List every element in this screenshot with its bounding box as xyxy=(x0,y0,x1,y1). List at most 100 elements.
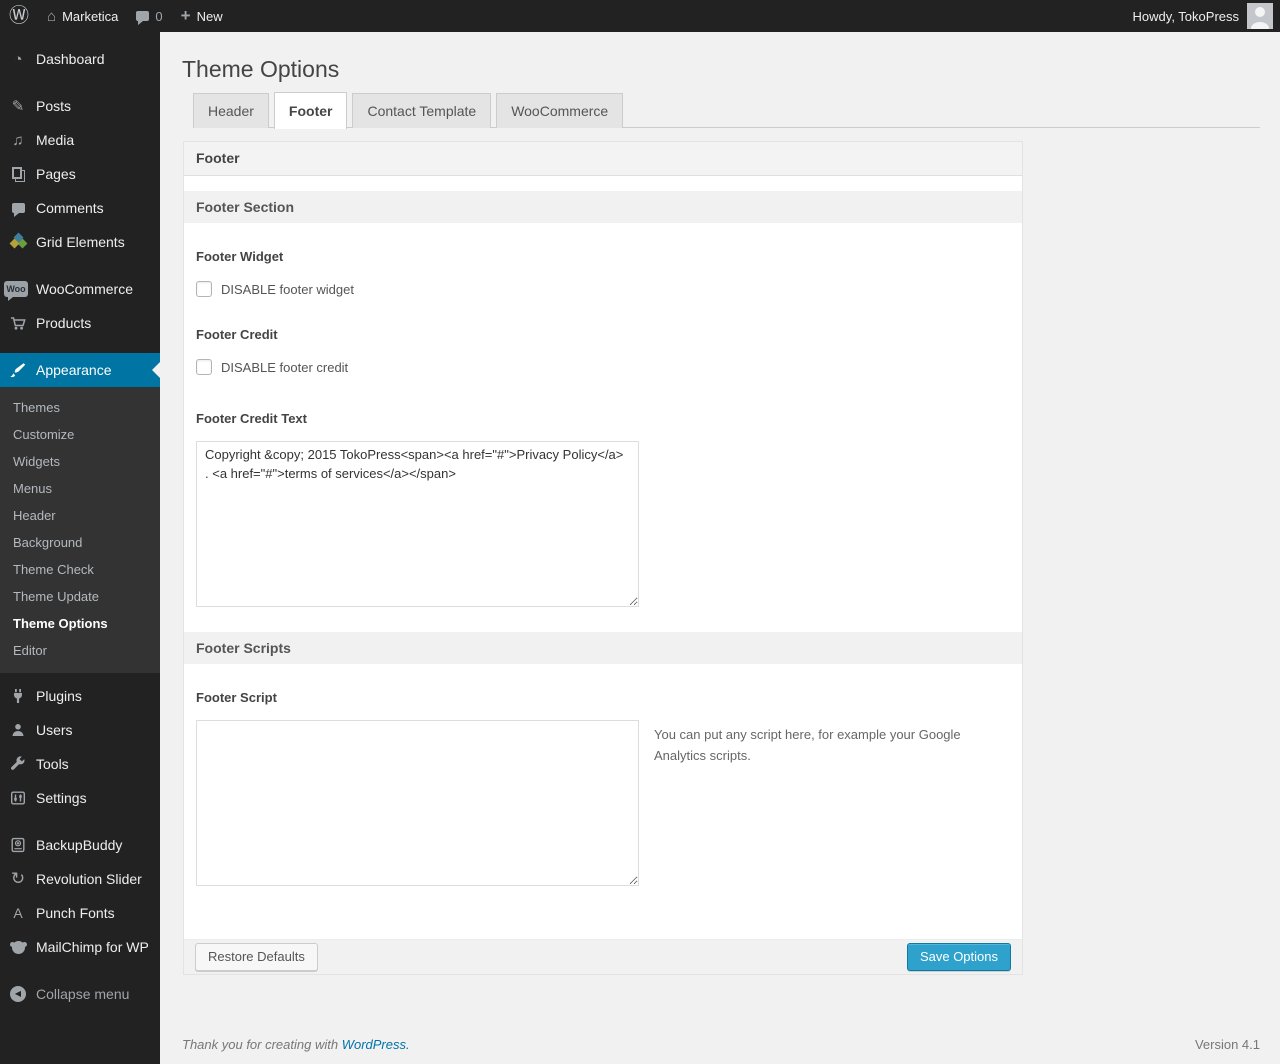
submenu-themes[interactable]: Themes xyxy=(0,394,160,421)
menu-separator xyxy=(0,76,160,89)
footer-widget-label: Footer Widget xyxy=(196,249,284,264)
site-name-link[interactable]: ⌂ Marketica xyxy=(38,0,127,32)
backup-drive-icon xyxy=(8,837,28,853)
dashboard-icon: ◔ xyxy=(13,50,23,68)
user-avatar xyxy=(1247,3,1273,29)
tab-contact-template[interactable]: Contact Template xyxy=(352,93,492,128)
pages-icon xyxy=(8,167,28,179)
disable-footer-widget-checkbox[interactable] xyxy=(196,281,212,297)
monkey-icon xyxy=(8,940,28,954)
disable-footer-credit-text: DISABLE footer credit xyxy=(221,359,349,375)
section-header-footer-scripts: Footer Scripts xyxy=(184,632,1022,664)
submenu-editor[interactable]: Editor xyxy=(0,637,160,664)
footer-credit-label: Footer Credit xyxy=(196,327,278,342)
submenu-widgets[interactable]: Widgets xyxy=(0,448,160,475)
sidebar-item-products[interactable]: Products xyxy=(0,306,160,340)
footer-credit-text-label: Footer Credit Text xyxy=(196,411,307,426)
sidebar-item-settings[interactable]: Settings xyxy=(0,781,160,815)
paintbrush-icon xyxy=(8,362,28,378)
footer-script-label: Footer Script xyxy=(196,690,277,705)
tab-bar: Header Footer Contact Template WooCommerce xyxy=(193,92,1260,129)
disable-footer-credit-option[interactable]: DISABLE footer credit xyxy=(196,359,348,375)
sidebar-item-appearance[interactable]: Appearance xyxy=(0,353,160,387)
footer-script-textarea[interactable] xyxy=(196,720,639,886)
wordpress-logo-menu[interactable]: Ⓦ xyxy=(0,0,38,32)
menu-separator xyxy=(0,259,160,272)
admin-menu: ◔ Dashboard ✎ Posts ♫ Media Pages Commen… xyxy=(0,32,160,1064)
submenu-background[interactable]: Background xyxy=(0,529,160,556)
woocommerce-icon: Woo xyxy=(4,281,28,301)
comments-icon xyxy=(8,203,28,217)
sidebar-item-pages[interactable]: Pages xyxy=(0,157,160,191)
settings-sliders-icon xyxy=(8,790,28,806)
submenu-customize[interactable]: Customize xyxy=(0,421,160,448)
account-menu[interactable]: Howdy, TokoPress xyxy=(1133,0,1280,32)
sidebar-item-mailchimp[interactable]: MailChimp for WP xyxy=(0,930,160,964)
sidebar-item-woocommerce[interactable]: Woo WooCommerce xyxy=(0,272,160,306)
menu-separator xyxy=(0,340,160,353)
sidebar-item-dashboard[interactable]: ◔ Dashboard xyxy=(0,42,160,76)
submenu-header[interactable]: Header xyxy=(0,502,160,529)
sidebar-item-revolution-slider[interactable]: ↻ Revolution Slider xyxy=(0,862,160,896)
submenu-theme-check[interactable]: Theme Check xyxy=(0,556,160,583)
sidebar-item-users[interactable]: Users xyxy=(0,713,160,747)
disable-footer-credit-checkbox[interactable] xyxy=(196,359,212,375)
new-content-menu[interactable]: + New xyxy=(172,0,232,32)
submenu-theme-update[interactable]: Theme Update xyxy=(0,583,160,610)
tab-woocommerce[interactable]: WooCommerce xyxy=(496,93,624,128)
panel-spacer xyxy=(184,176,1022,191)
theme-options-panel: Footer Footer Section Footer Widget DISA… xyxy=(183,141,1023,975)
disable-footer-widget-text: DISABLE footer widget xyxy=(221,281,354,297)
wordpress-logo-icon: Ⓦ xyxy=(9,5,29,27)
collapse-menu-button[interactable]: ◀ Collapse menu xyxy=(0,977,160,1011)
user-icon xyxy=(8,722,28,738)
cart-icon xyxy=(8,315,28,331)
comment-bubble-icon xyxy=(136,11,150,25)
sidebar-item-plugins[interactable]: Plugins xyxy=(0,679,160,713)
tab-header[interactable]: Header xyxy=(193,93,269,128)
cycle-arrows-icon: ↻ xyxy=(10,869,26,888)
posts-icon: ✎ xyxy=(11,98,25,115)
footer-credit-text-textarea[interactable]: Copyright &copy; 2015 TokoPress<span><a … xyxy=(196,441,639,607)
submenu-theme-options[interactable]: Theme Options xyxy=(0,610,160,637)
home-icon: ⌂ xyxy=(47,7,57,25)
comment-count: 0 xyxy=(155,8,163,24)
appearance-submenu: Themes Customize Widgets Menus Header Ba… xyxy=(0,387,160,673)
plus-icon: + xyxy=(180,6,191,25)
submenu-menus[interactable]: Menus xyxy=(0,475,160,502)
sidebar-item-media[interactable]: ♫ Media xyxy=(0,123,160,157)
wrench-icon xyxy=(8,756,28,772)
sidebar-item-punch-fonts[interactable]: A Punch Fonts xyxy=(0,896,160,930)
page-title: Theme Options xyxy=(182,56,340,82)
main-content: Theme Options Header Footer Contact Templa… xyxy=(160,32,1280,1064)
sidebar-item-grid-elements[interactable]: Grid Elements xyxy=(0,225,160,259)
wordpress-link[interactable]: WordPress. xyxy=(342,1037,410,1052)
footer-thanks-text: Thank you for creating with WordPress. xyxy=(182,1037,410,1052)
collapse-arrow-icon: ◀ xyxy=(8,986,28,1002)
sidebar-item-backupbuddy[interactable]: BackupBuddy xyxy=(0,828,160,862)
plugin-icon xyxy=(8,688,28,704)
panel-heading: Footer xyxy=(184,142,1022,176)
letter-a-icon: A xyxy=(13,905,23,921)
admin-bar: Ⓦ ⌂ Marketica 0 + New Howdy, TokoPress xyxy=(0,0,1280,32)
tab-footer[interactable]: Footer xyxy=(273,92,348,129)
version-text: Version 4.1 xyxy=(1194,1037,1260,1052)
comments-admin-bar-link[interactable]: 0 xyxy=(127,0,171,32)
sidebar-item-posts[interactable]: ✎ Posts xyxy=(0,89,160,123)
disable-footer-widget-option[interactable]: DISABLE footer widget xyxy=(196,281,354,297)
sidebar-item-tools[interactable]: Tools xyxy=(0,747,160,781)
footer-script-help-text: You can put any script here, for example… xyxy=(654,727,961,763)
menu-separator xyxy=(0,815,160,828)
howdy-text: Howdy, TokoPress xyxy=(1132,8,1239,24)
sidebar-item-comments[interactable]: Comments xyxy=(0,191,160,225)
grid-elements-icon xyxy=(8,232,28,250)
restore-defaults-button[interactable]: Restore Defaults xyxy=(195,943,318,971)
save-options-button[interactable]: Save Options xyxy=(906,943,1011,971)
media-icon: ♫ xyxy=(12,131,24,149)
new-label: New xyxy=(196,8,223,24)
site-name: Marketica xyxy=(62,8,119,24)
panel-action-bar: Restore Defaults Save Options xyxy=(184,939,1022,974)
section-header-footer-section: Footer Section xyxy=(184,191,1022,223)
menu-separator xyxy=(0,964,160,977)
admin-footer: Thank you for creating with WordPress. V… xyxy=(182,1037,1260,1052)
